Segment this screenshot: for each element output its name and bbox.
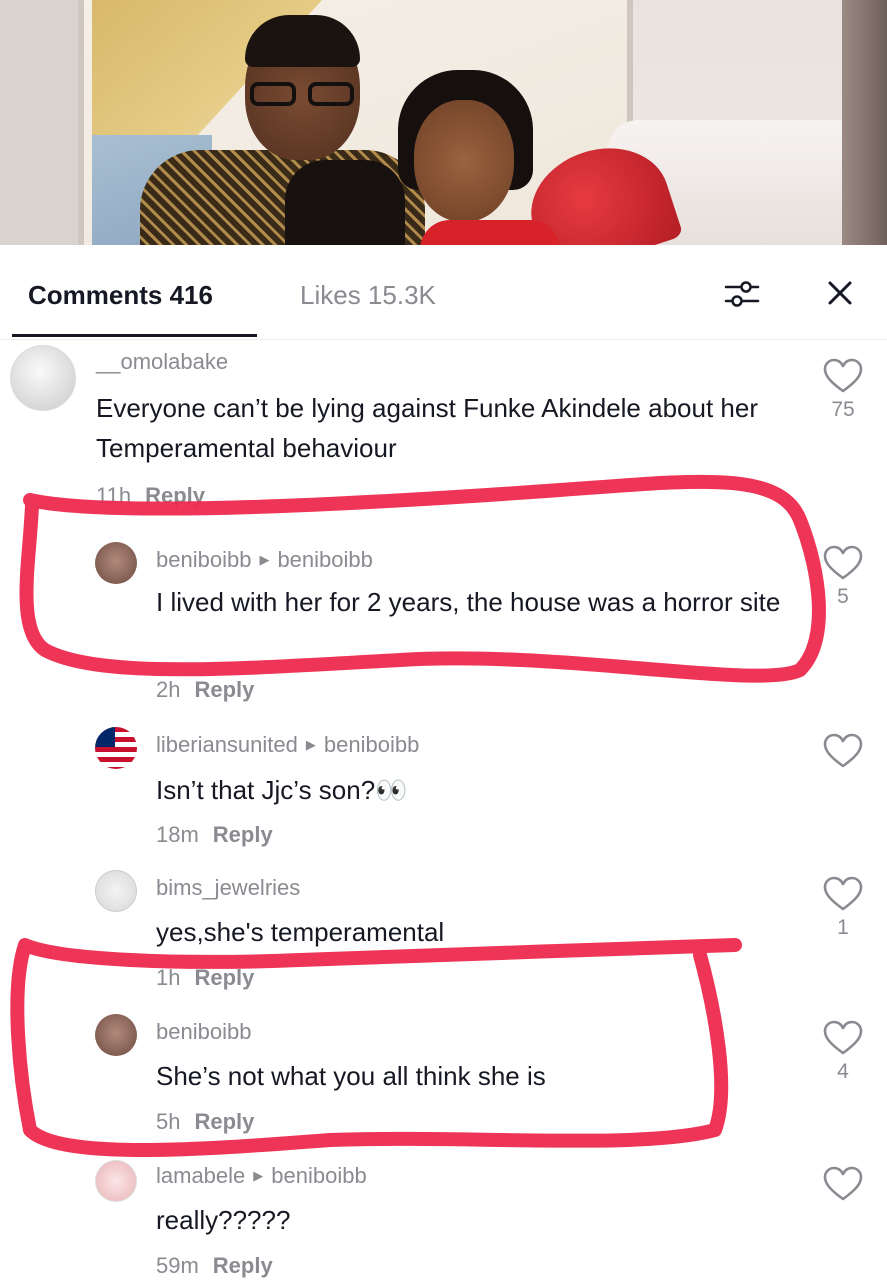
reply-button[interactable]: Reply xyxy=(194,677,254,702)
like-count: 4 xyxy=(837,1060,849,1083)
close-icon[interactable] xyxy=(822,275,858,311)
avatar[interactable] xyxy=(95,1014,137,1056)
reply-button[interactable]: Reply xyxy=(213,822,273,847)
comment-text: yes,she's temperamental xyxy=(156,917,445,947)
avatar[interactable] xyxy=(95,542,137,584)
comment-time: 11h xyxy=(96,483,132,508)
like-button[interactable]: 4 xyxy=(820,1020,866,1086)
reply-author[interactable]: liberiansunited xyxy=(156,732,298,757)
comment-text: Everyone can’t be lying against Funke Ak… xyxy=(96,393,758,463)
comment-meta: 1h Reply xyxy=(156,964,254,992)
like-count: 75 xyxy=(831,398,855,421)
caret-right-icon: ▶ xyxy=(253,1168,264,1183)
reply-item: lamabele ▶ beniboibb really????? 59m Reply xyxy=(0,1158,887,1280)
reply-button[interactable]: Reply xyxy=(213,1253,273,1278)
comment-username[interactable]: lamabele ▶ beniboibb xyxy=(156,1162,367,1190)
reply-item: bims_jewelries yes,she's temperamental 1… xyxy=(0,868,887,998)
comment-time: 2h xyxy=(156,677,181,702)
comment-time: 59m xyxy=(156,1253,199,1278)
like-button[interactable]: 5 xyxy=(820,545,866,611)
curtain xyxy=(842,0,887,245)
reply-target[interactable]: beniboibb xyxy=(324,732,419,757)
comment-text: Isn’t that Jjc’s son?👀 xyxy=(156,775,408,805)
comment-meta: 11h Reply xyxy=(96,482,205,510)
woman-figure xyxy=(390,70,560,245)
heart-outline-icon xyxy=(823,1020,863,1055)
comment-text: I lived with her for 2 years, the house … xyxy=(156,587,781,617)
heart-outline-icon xyxy=(823,1166,863,1201)
comment-meta: 59m Reply xyxy=(156,1252,273,1280)
like-button[interactable] xyxy=(820,1166,866,1204)
comment-username[interactable]: __omolabake xyxy=(96,348,228,376)
reply-button[interactable]: Reply xyxy=(194,1109,254,1134)
comment-text: really????? xyxy=(156,1205,291,1235)
reply-item: liberiansunited ▶ beniboibb Isn’t that Jjc… xyxy=(0,725,887,855)
active-tab-indicator xyxy=(12,334,257,337)
reply-author[interactable]: lamabele xyxy=(156,1163,245,1188)
comment-username[interactable]: bims_jewelries xyxy=(156,874,300,902)
heart-outline-icon xyxy=(823,545,863,580)
comments-tabs-bar: Comments 416 Likes 15.3K xyxy=(0,245,887,340)
reply-target[interactable]: beniboibb xyxy=(271,1163,366,1188)
comment-meta: 2h Reply xyxy=(156,676,254,704)
like-count: 5 xyxy=(837,585,849,608)
avatar[interactable] xyxy=(95,870,137,912)
comment-time: 18m xyxy=(156,822,199,847)
video-preview-image[interactable] xyxy=(0,0,887,245)
comment-text: She’s not what you all think she is xyxy=(156,1061,546,1091)
wall-background xyxy=(0,0,90,245)
comment-time: 5h xyxy=(156,1109,181,1134)
like-button[interactable]: 1 xyxy=(820,876,866,942)
reply-target[interactable]: beniboibb xyxy=(277,547,372,572)
comment-meta: 18m Reply xyxy=(156,821,273,849)
tab-comments[interactable]: Comments 416 xyxy=(28,279,213,311)
reply-author[interactable]: beniboibb xyxy=(156,547,251,572)
reply-item: beniboibb ▶ beniboibb I lived with her for… xyxy=(0,540,887,710)
like-count: 1 xyxy=(837,916,849,939)
sliders-icon[interactable] xyxy=(722,277,762,311)
comment-meta: 5h Reply xyxy=(156,1108,254,1136)
reply-item: beniboibb She’s not what you all think s… xyxy=(0,1012,887,1142)
avatar[interactable] xyxy=(95,727,137,769)
comment-username[interactable]: liberiansunited ▶ beniboibb xyxy=(156,731,419,759)
reply-button[interactable]: Reply xyxy=(145,483,205,508)
heart-outline-icon xyxy=(823,358,863,393)
reply-button[interactable]: Reply xyxy=(194,965,254,990)
comment-time: 1h xyxy=(156,965,181,990)
like-button[interactable] xyxy=(820,733,866,771)
comment-username[interactable]: beniboibb ▶ beniboibb xyxy=(156,546,373,574)
like-button[interactable]: 75 xyxy=(820,358,866,424)
comment-item: __omolabake Everyone can’t be lying agai… xyxy=(0,340,887,520)
avatar[interactable] xyxy=(10,345,76,411)
heart-outline-icon xyxy=(823,876,863,911)
comment-username[interactable]: beniboibb xyxy=(156,1018,251,1046)
caret-right-icon: ▶ xyxy=(259,552,270,567)
man-figure xyxy=(140,10,425,245)
heart-outline-icon xyxy=(823,733,863,768)
tab-likes[interactable]: Likes 15.3K xyxy=(300,279,436,311)
caret-right-icon: ▶ xyxy=(305,737,316,752)
avatar[interactable] xyxy=(95,1160,137,1202)
